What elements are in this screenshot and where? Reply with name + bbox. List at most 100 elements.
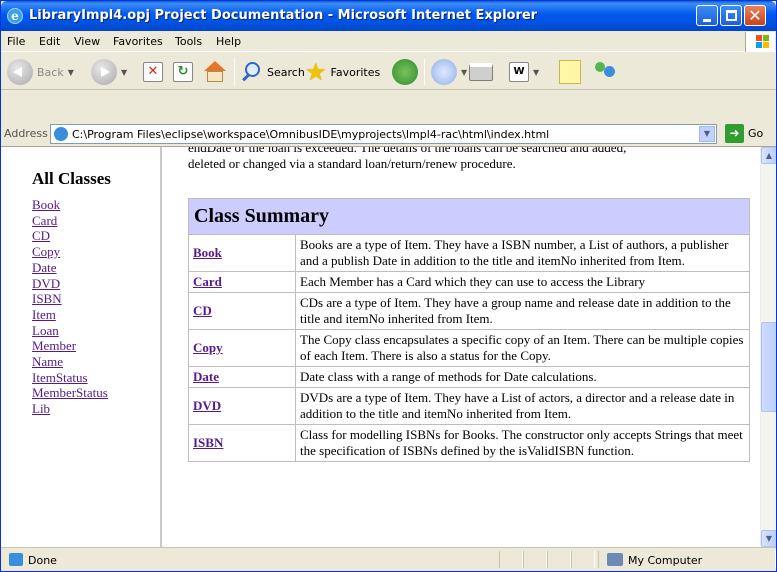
minimize-button[interactable] <box>696 5 718 26</box>
scroll-up-button[interactable]: ▲ <box>761 147 776 164</box>
class-name-cell: Date <box>188 366 296 388</box>
chevron-down-icon[interactable]: ▼ <box>699 126 715 142</box>
search-icon <box>241 61 263 83</box>
list-item: Date <box>32 260 108 276</box>
class-link-copy[interactable]: Copy <box>32 244 60 259</box>
maximize-button[interactable] <box>720 5 742 26</box>
page-done-icon <box>9 553 23 566</box>
main-frame: endDate of the loan is exceeded. The det… <box>164 147 760 547</box>
class-list-frame: All Classes Book Card CD Copy Date DVD I… <box>1 147 162 547</box>
class-link-name[interactable]: Name <box>32 354 63 369</box>
address-field[interactable]: C:\Program Files\eclipse\workspace\Omnib… <box>50 124 717 144</box>
forward-button[interactable]: ▼ <box>91 57 127 87</box>
home-icon <box>203 61 227 83</box>
stop-button[interactable]: ✕ <box>143 57 163 87</box>
address-label: Address <box>4 127 48 140</box>
class-summary-link-cd[interactable]: CD <box>193 303 212 318</box>
discuss-button[interactable] <box>559 57 581 87</box>
back-button[interactable]: Back ▼ <box>7 57 74 87</box>
list-item: Member <box>32 338 108 354</box>
list-item: Copy <box>32 244 108 260</box>
class-link-lib[interactable]: Lib <box>32 401 50 416</box>
go-arrow-icon[interactable]: ➜ <box>725 124 744 143</box>
history-icon <box>392 59 418 85</box>
class-summary-link-dvd[interactable]: DVD <box>193 398 221 413</box>
minimize-icon <box>703 19 711 22</box>
class-name-cell: Card <box>188 271 296 293</box>
class-link-item[interactable]: Item <box>32 307 56 322</box>
chevron-down-icon: ▼ <box>67 67 74 77</box>
list-item: Name <box>32 354 108 370</box>
close-icon: ✕ <box>748 6 762 25</box>
table-row: Book Books are a type of Item. They have… <box>188 234 750 272</box>
class-list: Book Card CD Copy Date DVD ISBN Item Loa… <box>32 197 108 417</box>
go-button[interactable]: Go <box>748 127 763 140</box>
status-text: Done <box>28 554 57 567</box>
class-summary-link-card[interactable]: Card <box>193 274 222 289</box>
scroll-thumb[interactable] <box>761 322 776 412</box>
class-link-cd[interactable]: CD <box>32 228 50 243</box>
table-row: Date Date class with a range of methods … <box>188 366 750 388</box>
chevron-down-icon: ▼ <box>461 67 468 77</box>
class-desc-cell: Books are a type of Item. They have a IS… <box>295 234 750 272</box>
vertical-scrollbar[interactable]: ▲ ▼ <box>760 147 776 547</box>
menu-bar: File Edit View Favorites Tools Help <box>1 31 776 52</box>
standard-toolbar: Back ▼ ▼ ✕ ↻ Search ★ Favorites ▼ W ▼ <box>1 53 776 90</box>
back-label: Back <box>37 65 64 79</box>
ie-logo-icon: e <box>7 8 23 24</box>
menu-tools[interactable]: Tools <box>175 35 202 48</box>
maximize-icon <box>726 10 737 21</box>
class-link-card[interactable]: Card <box>32 213 57 228</box>
menu-favorites[interactable]: Favorites <box>113 35 163 48</box>
refresh-button[interactable]: ↻ <box>173 57 193 87</box>
home-button[interactable] <box>203 57 227 87</box>
class-link-member[interactable]: Member <box>32 338 76 353</box>
class-link-date[interactable]: Date <box>32 260 57 275</box>
class-link-itemstatus[interactable]: ItemStatus <box>32 370 88 385</box>
history-button[interactable] <box>392 57 418 87</box>
address-input[interactable]: C:\Program Files\eclipse\workspace\Omnib… <box>72 128 549 141</box>
menu-help[interactable]: Help <box>216 35 241 48</box>
class-summary-link-isbn[interactable]: ISBN <box>193 435 223 450</box>
edit-button[interactable]: W ▼ <box>509 57 539 87</box>
class-summary-link-copy[interactable]: Copy <box>193 340 223 355</box>
class-link-memberstatus[interactable]: MemberStatus <box>32 385 108 400</box>
menu-view[interactable]: View <box>74 35 100 48</box>
class-summary-heading: Class Summary <box>188 198 750 235</box>
browser-window: e LibraryImpl4.opj Project Documentation… <box>0 0 777 572</box>
mail-button[interactable]: ▼ <box>431 57 467 87</box>
scroll-down-button[interactable]: ▼ <box>761 530 776 547</box>
class-link-loan[interactable]: Loan <box>32 323 59 338</box>
table-row: CD CDs are a type of Item. They have a g… <box>188 292 750 330</box>
forward-arrow-icon <box>91 59 117 85</box>
favorites-label: Favorites <box>330 65 381 79</box>
refresh-icon: ↻ <box>173 62 193 82</box>
search-button[interactable]: Search <box>241 57 305 87</box>
computer-icon <box>607 553 623 566</box>
class-link-book[interactable]: Book <box>32 197 60 212</box>
menu-file[interactable]: File <box>7 35 25 48</box>
class-link-isbn[interactable]: ISBN <box>32 291 62 306</box>
close-button[interactable]: ✕ <box>744 5 766 26</box>
class-desc-cell: Each Member has a Card which they can us… <box>295 271 750 293</box>
list-item: Lib <box>32 401 108 417</box>
messenger-button[interactable] <box>593 57 619 87</box>
title-bar[interactable]: e LibraryImpl4.opj Project Documentation… <box>1 1 776 31</box>
list-item: ISBN <box>32 291 108 307</box>
favorites-button[interactable]: ★ Favorites <box>305 57 380 87</box>
class-name-cell: ISBN <box>188 424 296 462</box>
table-row: Copy The Copy class encapsulates a speci… <box>188 329 750 367</box>
print-icon <box>469 63 493 81</box>
print-button[interactable] <box>469 57 493 87</box>
list-item: Book <box>32 197 108 213</box>
class-summary-link-book[interactable]: Book <box>193 245 222 260</box>
menu-edit[interactable]: Edit <box>39 35 60 48</box>
messenger-icon <box>593 60 619 84</box>
table-header-row: Class Summary <box>188 198 750 235</box>
class-link-dvd[interactable]: DVD <box>32 276 60 291</box>
class-summary-link-date[interactable]: Date <box>193 369 219 384</box>
class-desc-cell: Class for modelling ISBNs for Books. The… <box>295 424 750 462</box>
intro-line: deleted or changed via a standard loan/r… <box>188 156 516 171</box>
chevron-down-icon: ▼ <box>533 67 540 77</box>
stop-icon: ✕ <box>143 62 163 82</box>
